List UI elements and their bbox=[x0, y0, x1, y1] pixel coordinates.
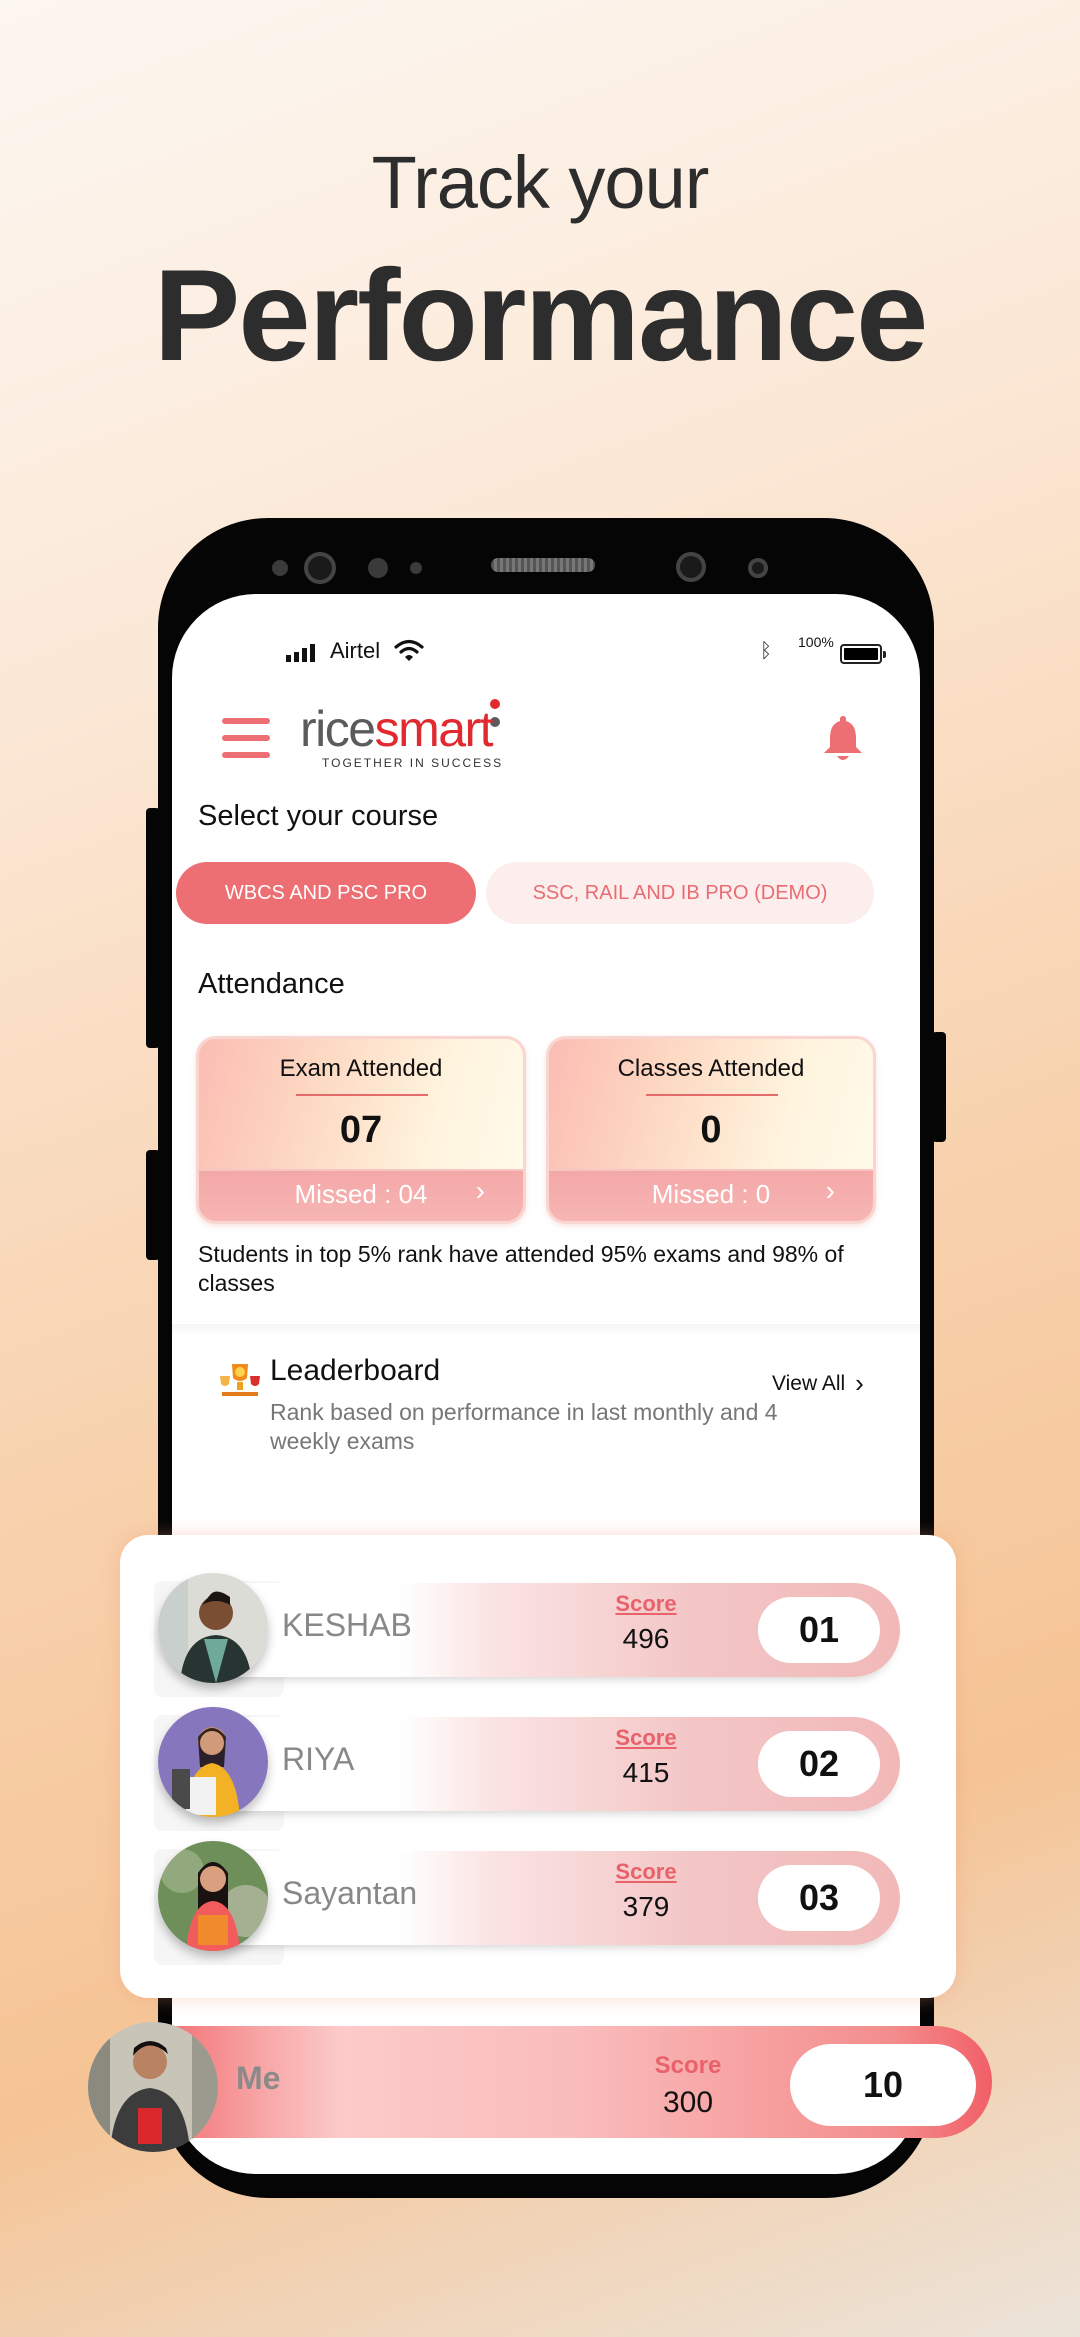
leader-rank: 03 bbox=[758, 1865, 880, 1931]
chevron-right-icon: › bbox=[475, 1175, 485, 1206]
battery-icon bbox=[840, 644, 886, 664]
my-avatar bbox=[88, 2022, 218, 2152]
missed-bar[interactable]: Missed : 04 › bbox=[199, 1169, 523, 1221]
card-label: Classes Attended bbox=[617, 1055, 805, 1082]
chevron-right-icon: › bbox=[855, 1368, 864, 1398]
leaderboard-heading: Leaderboard bbox=[270, 1354, 441, 1387]
ricesmart-logo: ricesmart TOGETHER IN SUCCESS bbox=[300, 699, 504, 770]
missed-bar[interactable]: Missed : 0 › bbox=[549, 1169, 873, 1221]
sensor-icon bbox=[368, 558, 388, 578]
earpiece-speaker bbox=[491, 558, 595, 572]
bixby-button bbox=[146, 1150, 160, 1260]
promo-title-line1: Track your bbox=[371, 141, 710, 224]
avatar bbox=[158, 1841, 268, 1951]
view-all-label: View All bbox=[772, 1371, 846, 1395]
logo-tagline: TOGETHER IN SUCCESS bbox=[322, 756, 504, 770]
leader-score: 496 bbox=[622, 1623, 670, 1654]
classes-attended-card[interactable]: Classes Attended 0 Missed : 0 › bbox=[546, 1036, 876, 1224]
hamburger-menu-icon[interactable] bbox=[222, 718, 270, 758]
exam-attended-count: 07 bbox=[339, 1109, 383, 1151]
trophy-icon bbox=[220, 1364, 260, 1396]
avatar bbox=[158, 1707, 268, 1817]
score-label: Score bbox=[654, 2052, 722, 2079]
divider bbox=[646, 1094, 778, 1096]
leader-rank: 02 bbox=[758, 1731, 880, 1797]
logo-text-rice: rice bbox=[300, 701, 376, 757]
signal-icon bbox=[286, 644, 315, 662]
my-name: Me bbox=[236, 2060, 281, 2096]
card-label: Exam Attended bbox=[279, 1055, 443, 1082]
bluetooth-icon: ᛒ bbox=[760, 640, 772, 662]
leader-name: KESHAB bbox=[282, 1607, 412, 1643]
attendance-note: Students in top 5% rank have attended 95… bbox=[198, 1241, 844, 1296]
status-bar: Airtel ᛒ 100% bbox=[172, 634, 920, 674]
carrier-name: Airtel bbox=[330, 638, 381, 663]
leaderboard-row[interactable]: KESHAB Score 496 01 bbox=[154, 1573, 900, 1697]
course-option-wbcs[interactable]: WBCS AND PSC PRO bbox=[176, 862, 476, 924]
promo-title-line2: Performance bbox=[153, 242, 929, 388]
divider bbox=[296, 1094, 428, 1096]
volume-button bbox=[146, 808, 160, 1048]
leader-rank: 01 bbox=[758, 1597, 880, 1663]
chevron-right-icon: › bbox=[825, 1175, 835, 1206]
classes-attended-count: 0 bbox=[700, 1109, 722, 1151]
leader-score: 379 bbox=[622, 1891, 670, 1922]
sensor-icon bbox=[410, 562, 422, 574]
leader-name: RIYA bbox=[282, 1741, 355, 1777]
bell-icon[interactable] bbox=[822, 714, 864, 762]
course-option-ssc[interactable]: SSC, RAIL AND IB PRO (DEMO) bbox=[486, 862, 874, 924]
exam-attended-card[interactable]: Exam Attended 07 Missed : 04 › bbox=[196, 1036, 526, 1224]
logo-text-smart: smart bbox=[374, 701, 494, 757]
classes-missed-count: Missed : 0 bbox=[651, 1179, 771, 1209]
my-score: 300 bbox=[662, 2086, 714, 2119]
sensor-icon bbox=[272, 560, 288, 576]
select-course-heading: Select your course bbox=[198, 800, 439, 832]
avatar bbox=[158, 1573, 268, 1683]
iris-scanner-icon bbox=[676, 552, 706, 582]
wifi-icon bbox=[394, 639, 424, 661]
leaderboard-row[interactable]: RIYA Score 415 02 bbox=[154, 1707, 900, 1831]
front-camera-icon bbox=[304, 552, 336, 584]
score-label: Score bbox=[615, 1859, 677, 1884]
leader-score: 415 bbox=[622, 1757, 670, 1788]
score-label: Score bbox=[615, 1591, 677, 1616]
attendance-heading: Attendance bbox=[198, 968, 345, 1000]
battery-percent: 100% bbox=[798, 634, 834, 650]
my-rank-row[interactable]: Me Score 300 10 bbox=[88, 2022, 992, 2152]
leader-name: Sayantan bbox=[282, 1875, 418, 1911]
leaderboard-card: KESHAB Score 496 01 RIYA Score 415 02 Sa… bbox=[120, 1535, 956, 1998]
exam-missed-count: Missed : 04 bbox=[294, 1179, 428, 1209]
my-rank: 10 bbox=[790, 2044, 976, 2126]
leaderboard-row[interactable]: Sayantan Score 379 03 bbox=[154, 1841, 900, 1965]
score-label: Score bbox=[615, 1725, 677, 1750]
view-all-link[interactable]: View All › bbox=[772, 1368, 864, 1399]
proximity-sensor-icon bbox=[748, 558, 768, 578]
leaderboard-subtitle: Rank based on performance in last monthl… bbox=[270, 1399, 778, 1454]
power-button bbox=[932, 1032, 946, 1142]
section-divider bbox=[172, 1324, 920, 1338]
